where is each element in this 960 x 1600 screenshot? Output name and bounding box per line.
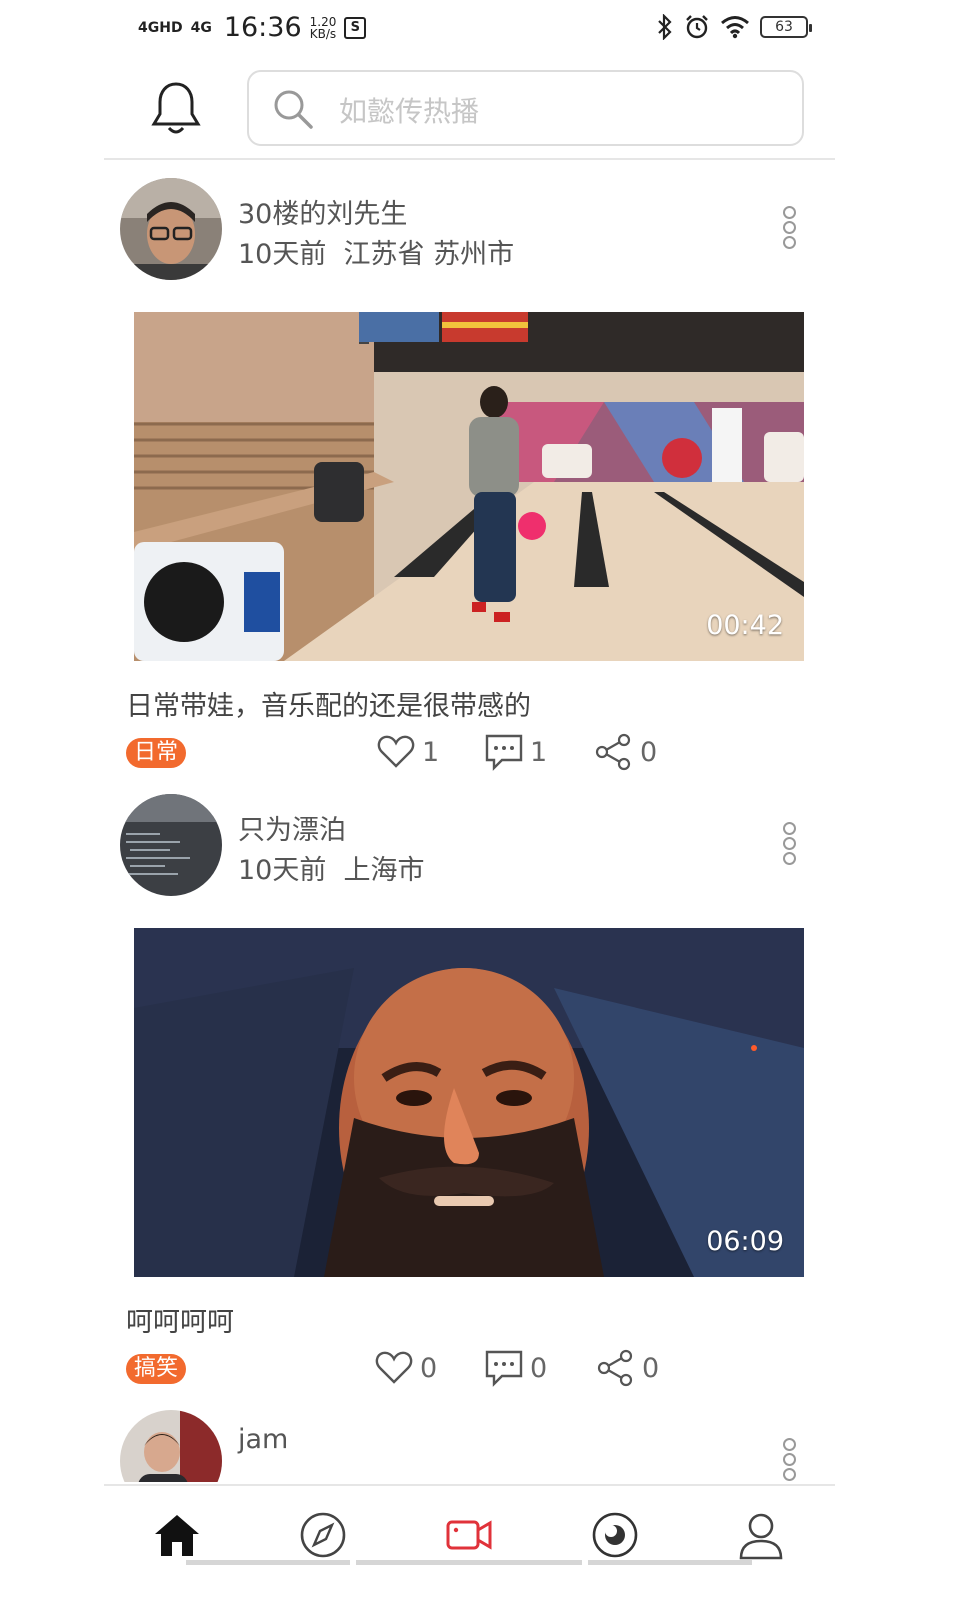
- signal-4ghd-icon: 4GHD: [138, 19, 183, 36]
- like-count: 0: [420, 1352, 438, 1384]
- post-caption: 呵呵呵呵: [126, 1307, 234, 1338]
- share-button[interactable]: 0: [594, 732, 657, 772]
- status-bar: 4GHD 4G 16:36 1.20 KB/s S 63: [0, 0, 960, 60]
- comment-icon: [485, 1350, 523, 1387]
- video-duration: 00:42: [706, 610, 784, 641]
- search-bar[interactable]: 如懿传热播: [247, 70, 804, 146]
- avatar[interactable]: [120, 794, 222, 896]
- network-speed: 1.20 KB/s: [310, 16, 337, 40]
- wifi-icon: [721, 16, 749, 39]
- share-count: 0: [640, 736, 658, 768]
- bowling-scene-image: [134, 312, 804, 661]
- bottom-tab-bar: [0, 1484, 960, 1600]
- video-thumbnail[interactable]: 00:42: [134, 312, 804, 661]
- video-thumbnail[interactable]: 06:09: [134, 928, 804, 1277]
- user-profile-icon[interactable]: [736, 1510, 786, 1560]
- post-time-location: 10天前 上海市: [238, 855, 425, 886]
- tab-indicator: [356, 1560, 582, 1565]
- share-count: 0: [642, 1352, 660, 1384]
- speed-unit: KB/s: [309, 26, 337, 41]
- share-button[interactable]: 0: [596, 1348, 659, 1388]
- avatar[interactable]: [120, 178, 222, 280]
- heart-icon: [375, 1351, 413, 1384]
- animated-character-image: [134, 928, 804, 1277]
- search-placeholder: 如懿传热播: [339, 95, 480, 128]
- battery-indicator: 63: [760, 16, 812, 38]
- home-icon[interactable]: [152, 1510, 202, 1560]
- avatar[interactable]: [120, 1410, 222, 1482]
- share-icon: [597, 1349, 633, 1387]
- username[interactable]: 只为漂泊: [238, 808, 346, 847]
- tab-indicator: [588, 1560, 752, 1565]
- notification-bell-icon[interactable]: [150, 80, 202, 136]
- more-options-icon[interactable]: [780, 1438, 798, 1482]
- like-button[interactable]: 0: [374, 1348, 437, 1388]
- eye-icon[interactable]: [590, 1510, 640, 1560]
- username[interactable]: jam: [238, 1424, 288, 1455]
- like-count: 1: [422, 736, 440, 768]
- heart-icon: [377, 735, 415, 768]
- comment-button[interactable]: 0: [484, 1348, 547, 1388]
- header-divider: [104, 158, 835, 160]
- like-button[interactable]: 1: [376, 732, 439, 772]
- more-options-icon[interactable]: [780, 206, 798, 250]
- category-tag[interactable]: 搞笑: [126, 1354, 187, 1384]
- video-duration: 06:09: [706, 1226, 784, 1257]
- clock: 16:36: [223, 12, 302, 43]
- tab-indicator: [186, 1560, 350, 1565]
- more-options-icon[interactable]: [780, 822, 798, 866]
- video-camera-icon[interactable]: [444, 1510, 494, 1560]
- top-bar: 如懿传热播: [0, 60, 960, 160]
- comment-count: 1: [530, 736, 548, 768]
- post-time-location: 10天前 江苏省 苏州市: [238, 239, 515, 270]
- username[interactable]: 30楼的刘先生: [238, 192, 407, 231]
- category-tag[interactable]: 日常: [126, 738, 187, 768]
- share-icon: [595, 733, 631, 771]
- alarm-icon: [686, 15, 708, 39]
- notification-s-icon: S: [344, 16, 367, 39]
- post-caption: 日常带娃，音乐配的还是很带感的: [126, 691, 531, 722]
- compass-icon[interactable]: [298, 1510, 348, 1560]
- comment-button[interactable]: 1: [484, 732, 547, 772]
- comment-count: 0: [530, 1352, 548, 1384]
- video-feed[interactable]: 30楼的刘先生 10天前 江苏省 苏州市 00:42 日常带娃，音乐配的还是很带…: [0, 162, 960, 1482]
- comment-icon: [485, 734, 523, 771]
- bluetooth-icon: [658, 14, 672, 40]
- search-icon: [274, 90, 313, 129]
- signal-4g-icon: 4G: [190, 19, 212, 36]
